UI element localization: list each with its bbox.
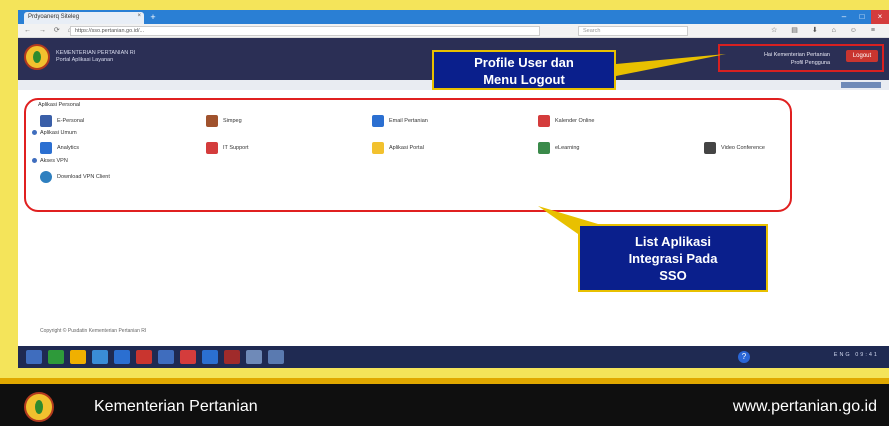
app-item[interactable]: Kalender Online bbox=[538, 114, 594, 128]
app-label: Download VPN Client bbox=[57, 174, 110, 180]
system-tray[interactable]: ENG 09:41 bbox=[834, 352, 879, 358]
minimize-button[interactable]: – bbox=[835, 10, 853, 24]
section-umum: Aplikasi Umum bbox=[32, 130, 77, 136]
app-item[interactable]: Analytics bbox=[40, 141, 79, 155]
profile-callout-line1: Profile User dan bbox=[474, 55, 574, 70]
taskbar-app-icon[interactable] bbox=[114, 350, 130, 364]
taskbar-app-icon[interactable] bbox=[268, 350, 284, 364]
app-label: E-Personal bbox=[57, 118, 85, 124]
taskbar-app-icon[interactable] bbox=[158, 350, 174, 364]
profile-callout: Profile User dan Menu Logout bbox=[432, 50, 616, 90]
app-item[interactable]: eLearning bbox=[538, 141, 579, 155]
app-icon bbox=[538, 142, 550, 154]
app-label: Simpeg bbox=[223, 118, 242, 124]
taskbar-app-icon[interactable] bbox=[48, 350, 64, 364]
app-item[interactable]: Email Pertanian bbox=[372, 114, 428, 128]
app-item[interactable]: Aplikasi Portal bbox=[372, 141, 424, 155]
apps-callout: List Aplikasi Integrasi Pada SSO bbox=[578, 224, 768, 292]
app-label: eLearning bbox=[555, 145, 580, 151]
app-title-line2: Portal Aplikasi Layanan bbox=[56, 57, 114, 63]
app-icon bbox=[538, 115, 550, 127]
tab-title: Prdyoanerq Siteleg bbox=[28, 14, 80, 20]
section-umum-label: Aplikasi Umum bbox=[40, 130, 77, 136]
website-url: www.pertanian.go.id bbox=[732, 398, 877, 415]
section-vpn-label: Akses VPN bbox=[40, 158, 68, 164]
page-footer-text: Copyright © Pusdatin Kementerian Pertani… bbox=[40, 328, 147, 334]
apps-callout-line1: List Aplikasi bbox=[634, 234, 712, 249]
start-button-icon[interactable] bbox=[26, 350, 42, 364]
browser-tab[interactable]: Prdyoanerq Siteleg × bbox=[24, 12, 144, 24]
app-item[interactable]: Video Conference bbox=[704, 141, 765, 155]
new-tab-button[interactable]: + bbox=[148, 12, 158, 22]
help-icon[interactable]: ? bbox=[738, 351, 750, 363]
app-label: Aplikasi Portal bbox=[389, 145, 424, 151]
app-label: Analytics bbox=[57, 145, 80, 151]
section-personal: Aplikasi Personal bbox=[38, 102, 80, 108]
app-icon bbox=[40, 171, 52, 183]
app-label: Video Conference bbox=[721, 145, 765, 151]
app-icon bbox=[206, 142, 218, 154]
taskbar-app-icon[interactable] bbox=[70, 350, 86, 364]
app-item[interactable]: Download VPN Client bbox=[40, 170, 110, 184]
window-controls: – □ × bbox=[835, 10, 889, 24]
close-tab-icon[interactable]: × bbox=[137, 13, 141, 19]
strip-button[interactable] bbox=[841, 82, 881, 88]
slide-footer-bar: Kementerian Pertanian www.pertanian.go.i… bbox=[0, 378, 889, 426]
section-bullet-icon bbox=[32, 130, 37, 136]
app-icon bbox=[40, 142, 52, 154]
ministry-logo-icon bbox=[24, 44, 50, 70]
app-icon bbox=[372, 142, 384, 154]
taskbar-app-icon[interactable] bbox=[224, 350, 240, 364]
close-window-button[interactable]: × bbox=[871, 10, 889, 24]
logout-button[interactable]: Logout bbox=[846, 50, 878, 62]
taskbar-app-icon[interactable] bbox=[92, 350, 108, 364]
taskbar-app-icon[interactable] bbox=[246, 350, 262, 364]
browser-search-input[interactable]: Search bbox=[578, 26, 688, 36]
apps-callout-line2: Integrasi Pada bbox=[628, 251, 718, 266]
organization-name: Kementerian Pertanian bbox=[94, 398, 258, 415]
app-item[interactable]: E-Personal bbox=[40, 114, 84, 128]
app-label: Email Pertanian bbox=[389, 118, 428, 124]
section-personal-label: Aplikasi Personal bbox=[38, 102, 81, 108]
browser-window: Prdyoanerq Siteleg × + – □ × ← → ⟳ ⌂ htt… bbox=[18, 10, 889, 368]
app-item[interactable]: Simpeg bbox=[206, 114, 242, 128]
navigation-icons[interactable]: ← → ⟳ ⌂ bbox=[24, 26, 75, 34]
browser-tab-bar: Prdyoanerq Siteleg × + – □ × bbox=[18, 10, 889, 24]
profile-line1: Hai Kementerian Pertanian bbox=[763, 52, 830, 58]
taskbar-app-icon[interactable] bbox=[202, 350, 218, 364]
profile-area: Hai Kementerian Pertanian Profil Penggun… bbox=[718, 44, 884, 72]
taskbar-app-icon[interactable] bbox=[180, 350, 196, 364]
app-label: IT Support bbox=[223, 145, 249, 151]
section-bullet-icon bbox=[32, 158, 37, 164]
section-vpn: Akses VPN bbox=[32, 158, 68, 164]
app-icon bbox=[372, 115, 384, 127]
app-icon bbox=[206, 115, 218, 127]
app-title: KEMENTERIAN PERTANIAN RI Portal Aplikasi… bbox=[56, 50, 135, 64]
maximize-button[interactable]: □ bbox=[853, 10, 871, 24]
profile-line2: Profil Pengguna bbox=[790, 60, 830, 66]
app-label: Kalender Online bbox=[555, 118, 595, 124]
app-title-line1: KEMENTERIAN PERTANIAN RI bbox=[56, 50, 136, 56]
windows-taskbar: ? ENG 09:41 bbox=[18, 346, 889, 368]
profile-user[interactable]: Hai Kementerian Pertanian Profil Penggun… bbox=[730, 51, 830, 67]
address-bar-row: ← → ⟳ ⌂ https://sso.pertanian.go.id/... … bbox=[18, 24, 889, 38]
ministry-logo-icon bbox=[24, 392, 54, 422]
app-icon bbox=[704, 142, 716, 154]
profile-callout-line2: Menu Logout bbox=[483, 72, 565, 87]
url-field[interactable]: https://sso.pertanian.go.id/... bbox=[70, 26, 540, 36]
app-icon bbox=[40, 115, 52, 127]
apps-callout-line3: SSO bbox=[659, 268, 687, 283]
toolbar-icons[interactable]: ☆ ▤ ⬇ ⌂ ☺ ≡ bbox=[771, 26, 881, 34]
app-item[interactable]: IT Support bbox=[206, 141, 249, 155]
taskbar-app-icon[interactable] bbox=[136, 350, 152, 364]
